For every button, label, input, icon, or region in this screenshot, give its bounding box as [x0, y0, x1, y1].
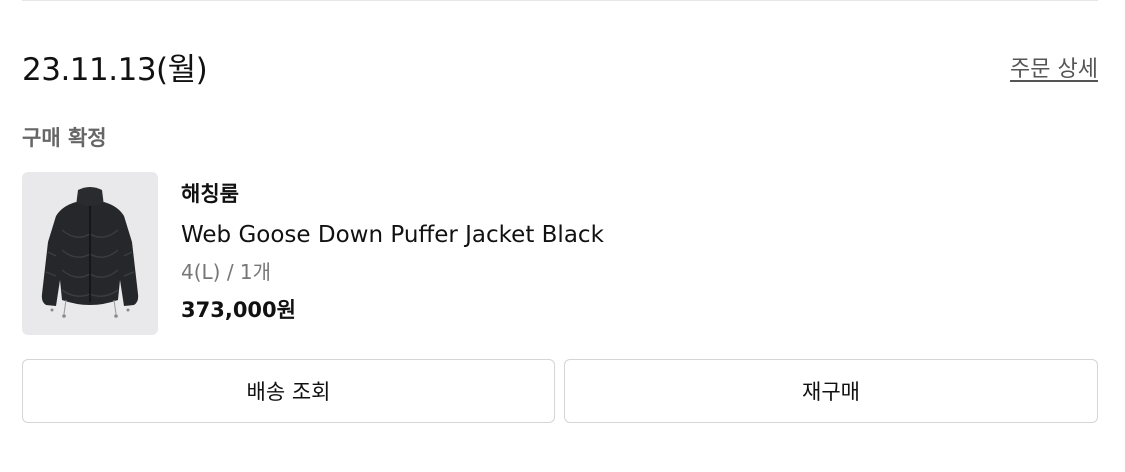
delivery-tracking-button[interactable]: 배송 조회	[22, 359, 555, 423]
order-detail-link[interactable]: 주문 상세	[1010, 56, 1098, 84]
product-option: 4(L) / 1개	[181, 260, 272, 284]
black-puffer-jacket-image	[41, 187, 139, 318]
product-price: 373,000원	[181, 298, 296, 322]
top-divider	[22, 0, 1098, 1]
product-brand[interactable]: 해칭룸	[181, 178, 239, 210]
order-status: 구매 확정	[22, 126, 107, 150]
product-name[interactable]: Web Goose Down Puffer Jacket Black	[181, 218, 604, 252]
order-date: 23.11.13(월)	[22, 52, 208, 88]
product-image[interactable]	[22, 172, 158, 335]
reorder-button[interactable]: 재구매	[564, 359, 1098, 423]
